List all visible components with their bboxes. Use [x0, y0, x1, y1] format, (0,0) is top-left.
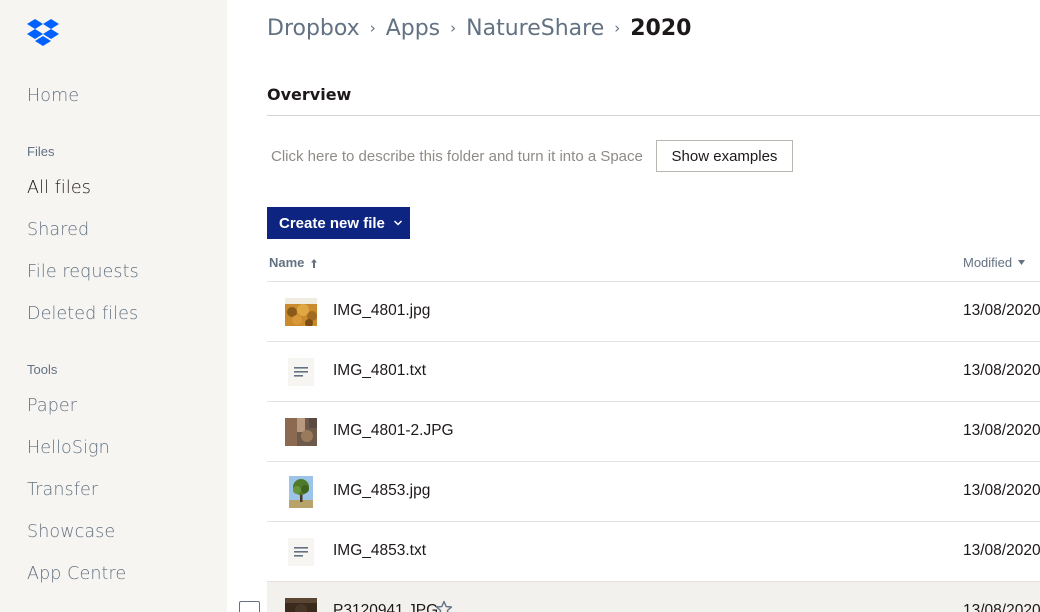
sidebar-item-transfer[interactable]: Transfer — [27, 480, 98, 500]
image-thumbnail-icon — [289, 476, 313, 508]
table-row[interactable]: IMG_4853.txt 13/08/2020 — [267, 522, 1040, 582]
chevron-down-icon — [393, 220, 402, 226]
breadcrumb-separator-icon: › — [450, 18, 457, 37]
file-modified-date: 13/08/2020 — [963, 422, 1040, 439]
sidebar-section-tools: Tools — [27, 362, 58, 377]
show-examples-button[interactable]: Show examples — [656, 140, 793, 172]
sidebar-item-app-centre[interactable]: App Centre — [27, 564, 126, 584]
file-modified-date: 13/08/2020 — [963, 602, 1040, 612]
image-thumbnail-icon — [285, 598, 317, 612]
column-header-modified[interactable]: Modified — [963, 255, 1026, 270]
breadcrumb-separator-icon: › — [369, 18, 376, 37]
sidebar-item-all-files[interactable]: All files — [27, 178, 91, 198]
create-new-file-label: Create new file — [279, 214, 385, 232]
sidebar-item-home[interactable]: Home — [27, 86, 79, 106]
sort-ascending-icon — [311, 258, 318, 268]
sidebar-item-showcase[interactable]: Showcase — [27, 522, 115, 542]
breadcrumb-current-folder: 2020 — [630, 16, 692, 41]
file-name[interactable]: P3120941.JPG — [333, 602, 438, 612]
column-modified-label: Modified — [963, 255, 1013, 270]
dropbox-logo-icon[interactable] — [27, 19, 59, 47]
overview-heading: Overview — [267, 85, 352, 104]
breadcrumb-natureshare[interactable]: NatureShare — [466, 16, 604, 41]
file-modified-date: 13/08/2020 — [963, 362, 1040, 379]
star-icon[interactable] — [435, 600, 453, 612]
text-file-icon — [285, 538, 317, 566]
file-modified-date: 13/08/2020 — [963, 482, 1040, 499]
file-name[interactable]: IMG_4801-2.JPG — [333, 422, 454, 440]
breadcrumb: Dropbox › Apps › NatureShare › 2020 — [267, 16, 691, 41]
file-name[interactable]: IMG_4801.txt — [333, 362, 426, 380]
sidebar-item-paper[interactable]: Paper — [27, 396, 77, 416]
breadcrumb-separator-icon: › — [614, 18, 621, 37]
sidebar-item-hellosign[interactable]: HelloSign — [27, 438, 110, 458]
sidebar-item-shared[interactable]: Shared — [27, 220, 89, 240]
table-row[interactable]: IMG_4801-2.JPG 13/08/2020 — [267, 402, 1040, 462]
column-name-label: Name — [269, 255, 305, 270]
create-new-file-button[interactable]: Create new file — [267, 207, 410, 239]
file-modified-date: 13/08/2020 — [963, 302, 1040, 319]
table-row[interactable]: P3120941.JPG 13/08/2020 — [267, 582, 1040, 612]
column-header-name[interactable]: Name — [269, 255, 318, 270]
image-thumbnail-icon — [285, 418, 317, 446]
sidebar-item-file-requests[interactable]: File requests — [27, 262, 139, 282]
table-row[interactable]: IMG_4801.txt 13/08/2020 — [267, 342, 1040, 402]
folder-description-field[interactable]: Click here to describe this folder and t… — [271, 148, 643, 165]
file-name[interactable]: IMG_4801.jpg — [333, 302, 430, 320]
main-content: Dropbox › Apps › NatureShare › 2020 Over… — [227, 0, 1040, 612]
file-modified-date: 13/08/2020 — [963, 542, 1040, 559]
sidebar: Home Files All files Shared File request… — [0, 0, 227, 612]
sidebar-section-files: Files — [27, 144, 55, 159]
overview-divider — [267, 115, 1040, 116]
text-file-icon — [285, 358, 317, 386]
sidebar-item-deleted-files[interactable]: Deleted files — [27, 304, 138, 324]
row-select-checkbox[interactable] — [239, 601, 260, 612]
caret-down-icon — [1018, 260, 1026, 265]
breadcrumb-apps[interactable]: Apps — [386, 16, 440, 41]
table-row[interactable]: IMG_4801.jpg 13/08/2020 — [267, 282, 1040, 342]
file-name[interactable]: IMG_4853.txt — [333, 542, 426, 560]
image-thumbnail-icon — [285, 298, 317, 326]
breadcrumb-dropbox[interactable]: Dropbox — [267, 16, 360, 41]
file-name[interactable]: IMG_4853.jpg — [333, 482, 430, 500]
table-row[interactable]: IMG_4853.jpg 13/08/2020 — [267, 462, 1040, 522]
